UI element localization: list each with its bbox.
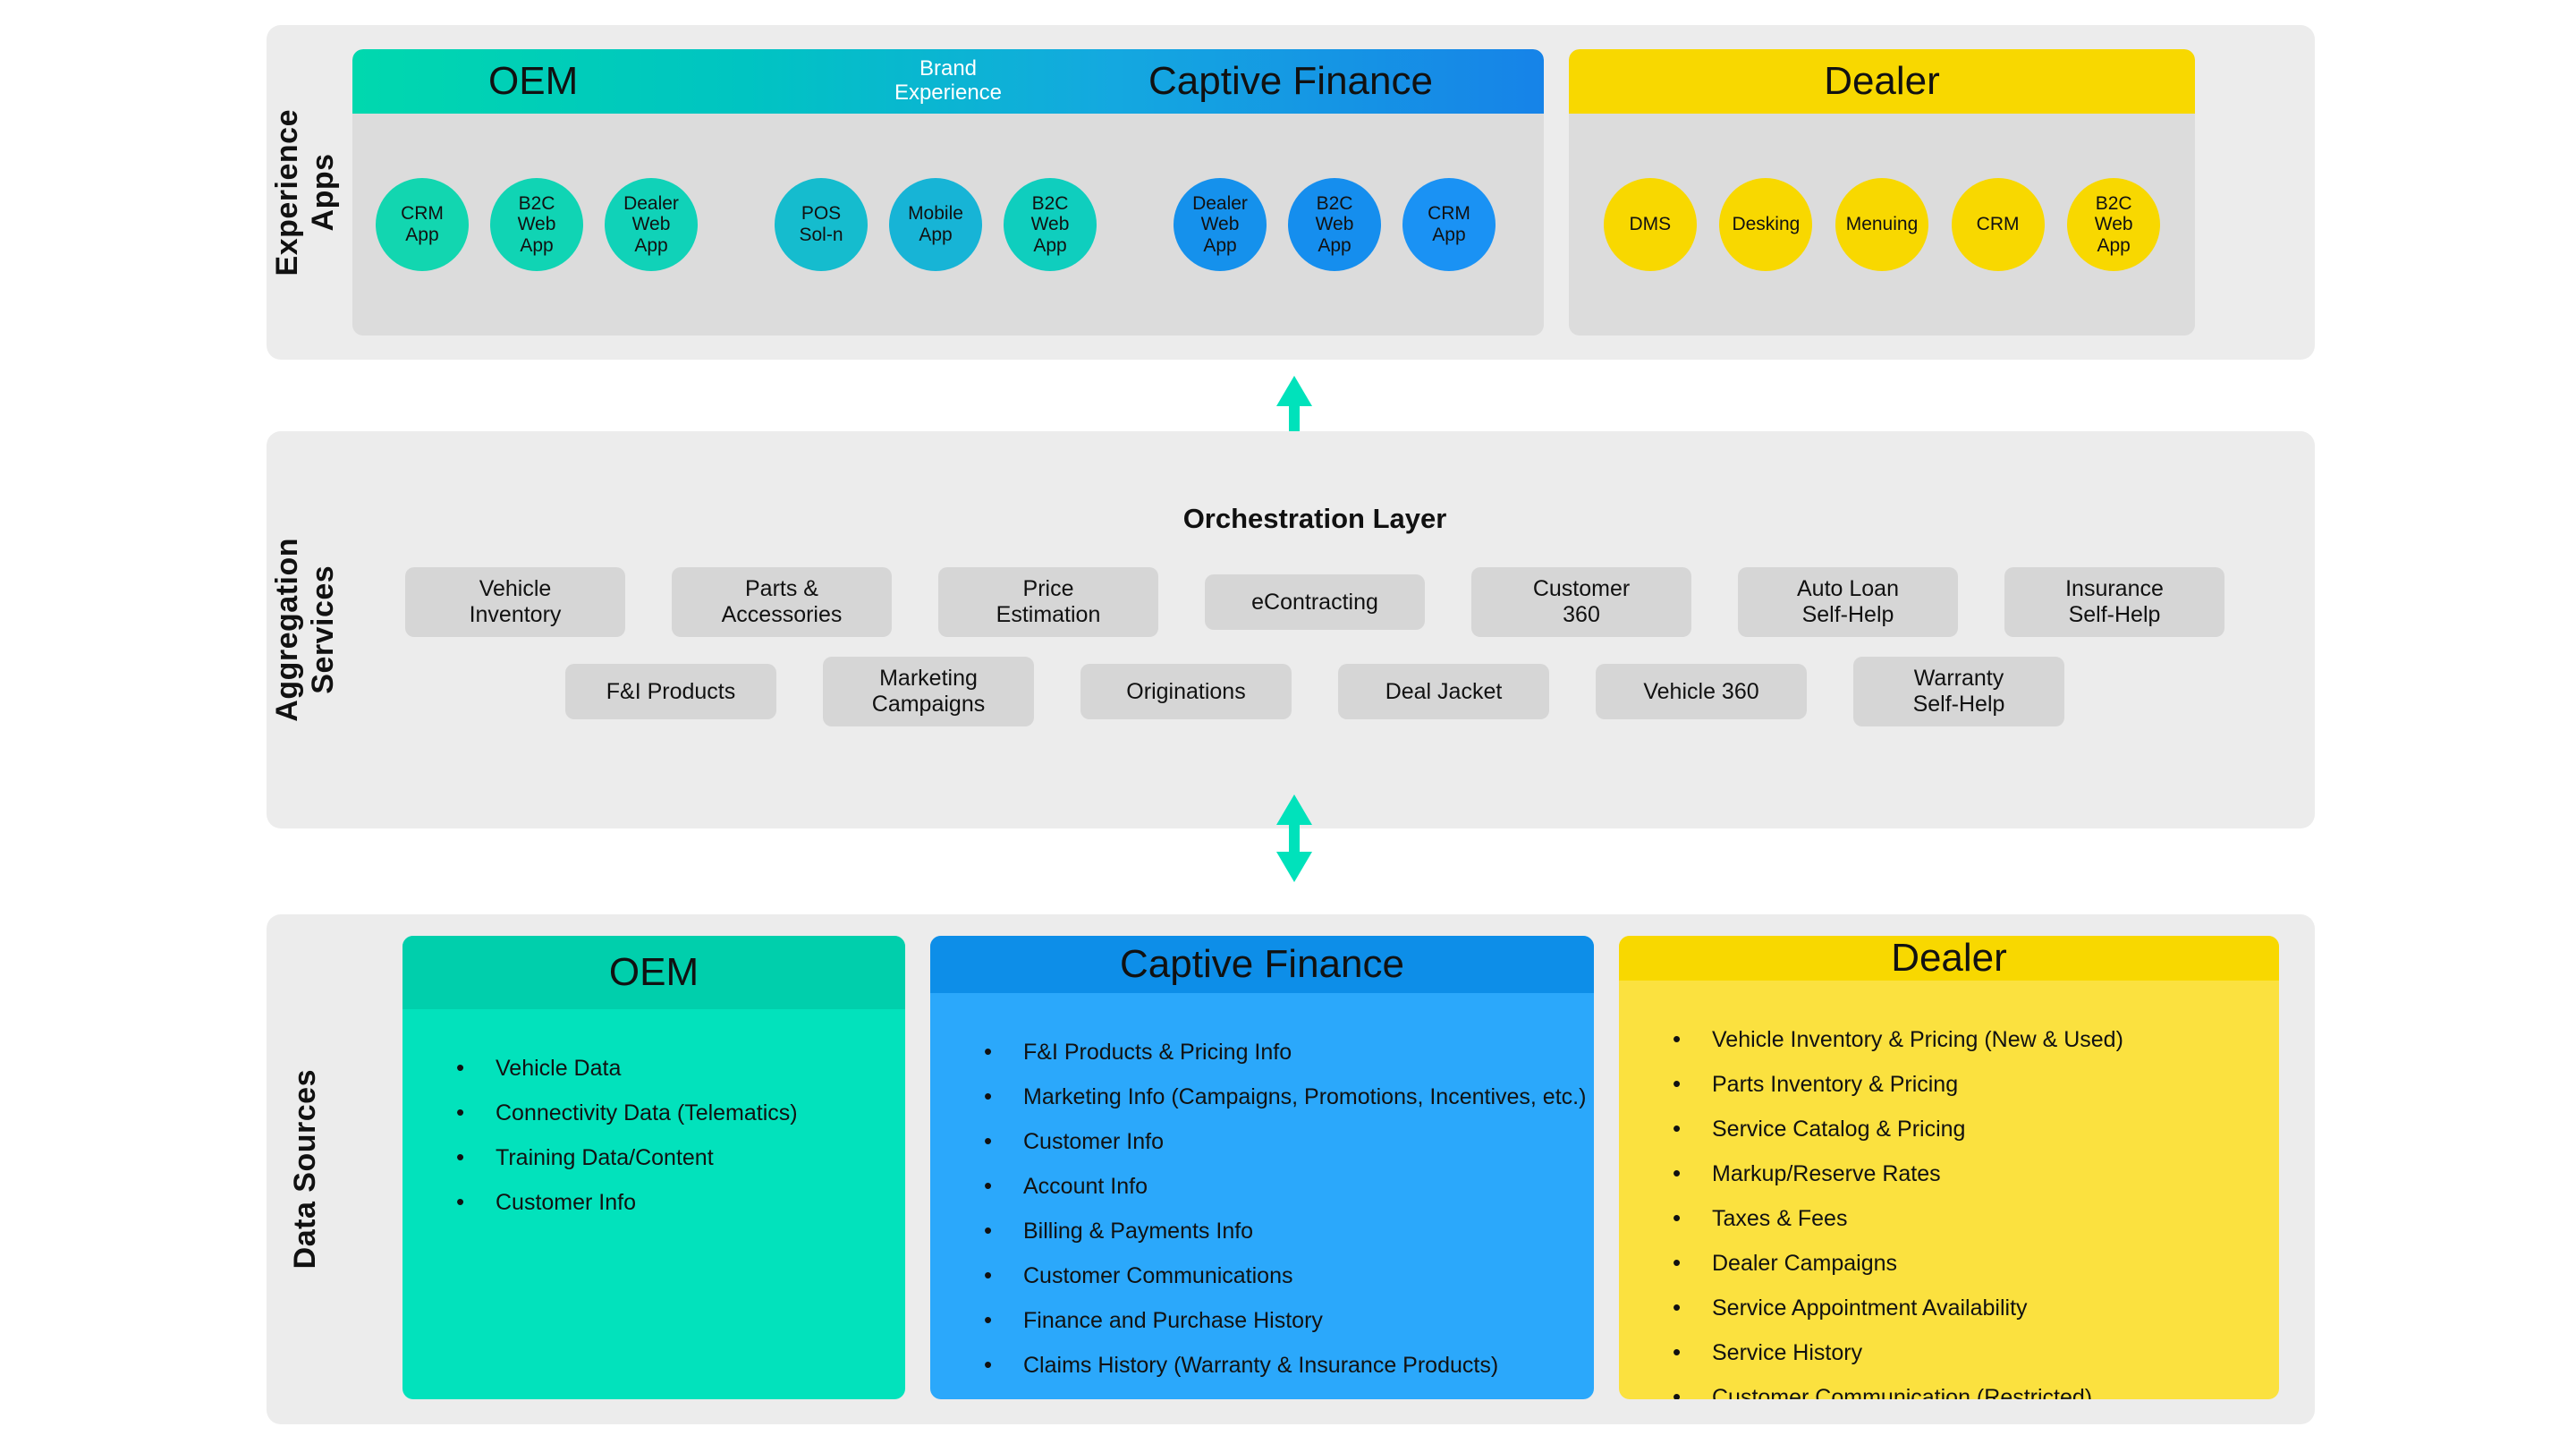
dealer-header-label: Dealer xyxy=(1824,59,1940,103)
list-item: Marketing Info (Campaigns, Promotions, I… xyxy=(984,1084,1586,1108)
brand-experience-group: OEM Brand Experience Captive Finance CRM… xyxy=(352,49,1544,336)
service-chip-vehicle-360[interactable]: Vehicle 360 xyxy=(1596,664,1807,719)
list-item: Billing & Payments Info xyxy=(984,1219,1567,1243)
brand-experience-header: OEM Brand Experience Captive Finance xyxy=(352,49,1544,114)
service-chip-originations[interactable]: Originations xyxy=(1080,664,1292,719)
data-source-oem-title: OEM xyxy=(402,936,905,1009)
app-circle-mobile-app[interactable]: Mobile App xyxy=(889,178,982,271)
list-item: F&I Products & Pricing Info xyxy=(984,1040,1567,1064)
aggregation-services-label-text: Aggregation Services xyxy=(269,538,340,722)
data-source-captive-finance-list: F&I Products & Pricing Info Marketing In… xyxy=(930,993,1594,1399)
brand-experience-app-circles: CRM App B2C Web App Dealer Web App POS S… xyxy=(352,114,1544,336)
service-chip-marketing-campaigns[interactable]: Marketing Campaigns xyxy=(823,657,1034,726)
data-sources-band: Data Sources OEM Vehicle Data Connectivi… xyxy=(267,914,2315,1424)
aggregation-services-row-1: Vehicle Inventory Parts & Accessories Pr… xyxy=(343,567,2286,637)
data-source-card-oem: OEM Vehicle Data Connectivity Data (Tele… xyxy=(402,936,905,1399)
app-circle-shared-b2c-web[interactable]: B2C Web App xyxy=(1004,178,1097,271)
app-circle-cf-b2c-web[interactable]: B2C Web App xyxy=(1288,178,1381,271)
list-item: Training Data/Content xyxy=(456,1145,878,1169)
data-source-card-captive-finance: Captive Finance F&I Products & Pricing I… xyxy=(930,936,1594,1399)
aggregation-services-band: Aggregation Services Orchestration Layer… xyxy=(267,431,2315,828)
service-chip-customer-360[interactable]: Customer 360 xyxy=(1471,567,1691,637)
data-source-card-dealer: Dealer Vehicle Inventory & Pricing (New … xyxy=(1619,936,2279,1399)
double-arrow-icon xyxy=(1276,794,1312,882)
service-chip-auto-loan-self-help[interactable]: Auto Loan Self-Help xyxy=(1738,567,1958,637)
service-chip-econtracting[interactable]: eContracting xyxy=(1205,574,1425,630)
app-circle-oem-crm[interactable]: CRM App xyxy=(376,178,469,271)
service-chip-insurance-self-help[interactable]: Insurance Self-Help xyxy=(2004,567,2224,637)
list-item: Customer Communications xyxy=(984,1263,1567,1287)
service-chip-price-estimation[interactable]: Price Estimation xyxy=(938,567,1158,637)
list-item: Connectivity Data (Telematics) xyxy=(456,1100,878,1125)
aggregation-services-row-2: F&I Products Marketing Campaigns Origina… xyxy=(343,657,2286,726)
experience-apps-body: OEM Brand Experience Captive Finance CRM… xyxy=(343,25,2315,360)
app-circle-oem-dealer-web[interactable]: Dealer Web App xyxy=(605,178,698,271)
list-item: Markup/Reserve Rates xyxy=(1673,1161,2252,1185)
app-circle-desking[interactable]: Desking xyxy=(1719,178,1813,271)
data-source-dealer-list: Vehicle Inventory & Pricing (New & Used)… xyxy=(1619,981,2279,1399)
list-item: Customer Communication (Restricted) xyxy=(1673,1385,2252,1399)
service-chip-warranty-self-help[interactable]: Warranty Self-Help xyxy=(1853,657,2064,726)
service-chip-parts-accessories[interactable]: Parts & Accessories xyxy=(672,567,892,637)
data-source-oem-list: Vehicle Data Connectivity Data (Telemati… xyxy=(402,1009,905,1399)
dealer-app-circles: DMS Desking Menuing CRM B2C Web App xyxy=(1569,114,2195,336)
experience-apps-band: Experience Apps OEM Brand Experience Cap… xyxy=(267,25,2315,360)
list-item: Service History xyxy=(1673,1340,2252,1364)
app-circle-oem-b2c-web[interactable]: B2C Web App xyxy=(490,178,583,271)
orchestration-layer-title: Orchestration Layer xyxy=(1182,503,1447,534)
app-circle-cf-crm[interactable]: CRM App xyxy=(1402,178,1496,271)
app-circle-pos-solution[interactable]: POS Sol-n xyxy=(775,178,868,271)
captive-finance-header-label: Captive Finance xyxy=(1148,59,1433,103)
app-circle-cf-dealer-web[interactable]: Dealer Web App xyxy=(1174,178,1267,271)
app-circle-dealer-crm[interactable]: CRM xyxy=(1951,178,2045,271)
list-item: Service Catalog & Pricing xyxy=(1673,1117,2252,1141)
list-item: Customer Info xyxy=(456,1190,878,1214)
experience-apps-label-text: Experience Apps xyxy=(269,108,340,276)
list-item: Customer Info xyxy=(984,1129,1567,1153)
architecture-diagram: Experience Apps OEM Brand Experience Cap… xyxy=(0,0,2576,1444)
list-item: Vehicle Data xyxy=(456,1056,878,1080)
list-item: Dealer Campaigns xyxy=(1673,1251,2252,1275)
service-chip-deal-jacket[interactable]: Deal Jacket xyxy=(1338,664,1549,719)
list-item: Account Info xyxy=(984,1174,1567,1198)
data-source-captive-finance-title: Captive Finance xyxy=(930,936,1594,993)
data-sources-body: OEM Vehicle Data Connectivity Data (Tele… xyxy=(343,914,2315,1424)
list-item: Claims History (Warranty & Insurance Pro… xyxy=(984,1353,1567,1377)
list-item: Service Appointment Availability xyxy=(1673,1295,2252,1320)
experience-apps-label: Experience Apps xyxy=(267,25,343,360)
aggregation-services-label: Aggregation Services xyxy=(267,431,343,828)
data-sources-label: Data Sources xyxy=(267,914,343,1424)
service-chip-fi-products[interactable]: F&I Products xyxy=(565,664,776,719)
dealer-apps-group: Dealer DMS Desking Menuing CRM B2C Web A… xyxy=(1569,49,2195,336)
data-sources-label-text: Data Sources xyxy=(287,1069,322,1270)
connector-arrow-aggregation-to-datasources xyxy=(1275,794,1314,882)
app-circle-menuing[interactable]: Menuing xyxy=(1835,178,1928,271)
app-circle-dms[interactable]: DMS xyxy=(1603,178,1697,271)
data-source-dealer-title: Dealer xyxy=(1619,936,2279,981)
list-item: Taxes & Fees xyxy=(1673,1206,2252,1230)
list-item: Parts Inventory & Pricing xyxy=(1673,1072,2252,1096)
list-item: Vehicle Inventory & Pricing (New & Used) xyxy=(1673,1027,2252,1051)
service-chip-vehicle-inventory[interactable]: Vehicle Inventory xyxy=(405,567,625,637)
aggregation-services-body: Orchestration Layer Vehicle Inventory Pa… xyxy=(343,431,2315,828)
dealer-apps-header: Dealer xyxy=(1569,49,2195,114)
app-circle-dealer-b2c-web[interactable]: B2C Web App xyxy=(2067,178,2161,271)
list-item: Finance and Purchase History xyxy=(984,1308,1567,1332)
